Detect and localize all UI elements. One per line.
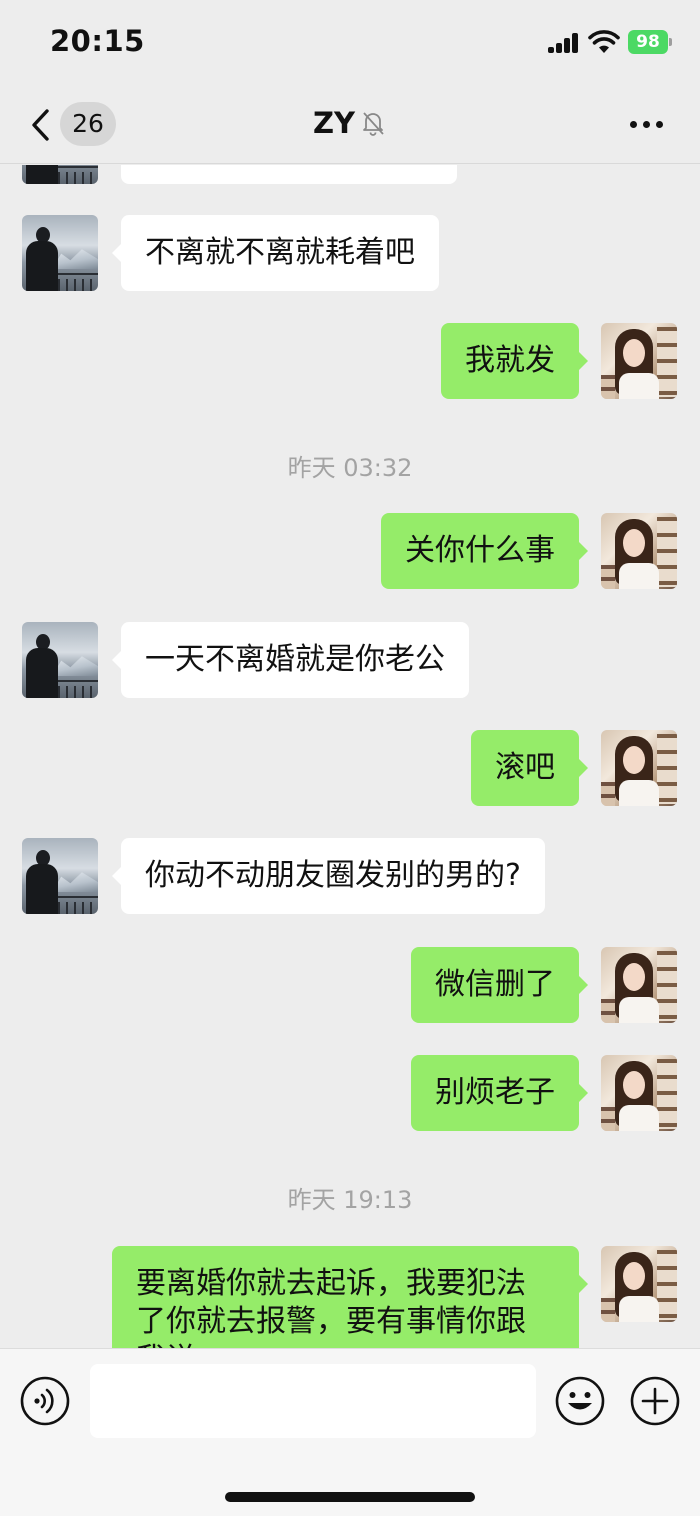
message-bubble-outgoing[interactable]: 我就发 (441, 323, 588, 399)
contact-avatar[interactable] (22, 165, 98, 184)
chat-header: 26 ZY (0, 88, 700, 164)
wifi-icon (588, 30, 620, 53)
self-avatar[interactable] (601, 730, 677, 806)
more-icon[interactable] (628, 121, 666, 131)
message-list[interactable]: 不离就不离就耗着吧 我就发 昨天 03:32 关你什么事 一天不离婚就是你老公 … (0, 165, 700, 1348)
message-bubble-outgoing[interactable]: 微信删了 (411, 947, 588, 1023)
message-input[interactable] (90, 1364, 536, 1438)
message-bubble-incoming[interactable] (121, 165, 457, 184)
contact-avatar[interactable] (22, 622, 98, 698)
bell-off-icon (363, 112, 384, 136)
contact-avatar[interactable] (22, 215, 98, 291)
plus-icon[interactable] (630, 1376, 680, 1426)
message-bubble-incoming[interactable]: 一天不离婚就是你老公 (112, 622, 469, 698)
self-avatar[interactable] (601, 513, 677, 589)
home-indicator[interactable] (225, 1492, 475, 1502)
contact-name: ZY (312, 106, 356, 140)
self-avatar[interactable] (601, 947, 677, 1023)
cellular-signal-icon (548, 33, 580, 53)
emoji-icon[interactable] (555, 1376, 605, 1426)
battery-level: 98 (628, 30, 668, 54)
voice-icon[interactable] (20, 1376, 70, 1426)
status-bar: 20:15 98 (0, 0, 700, 88)
message-bubble-incoming[interactable]: 你动不动朋友圈发别的男的? (112, 838, 545, 914)
self-avatar[interactable] (601, 1055, 677, 1131)
message-bubble-outgoing[interactable]: 关你什么事 (381, 513, 588, 589)
message-bubble-outgoing[interactable]: 要离婚你就去起诉，我要犯法了你就去报警，要有事情你跟我说 (112, 1246, 588, 1348)
contact-avatar[interactable] (22, 838, 98, 914)
self-avatar[interactable] (601, 323, 677, 399)
message-bubble-outgoing[interactable]: 别烦老子 (411, 1055, 588, 1131)
message-timestamp: 昨天 03:32 (287, 454, 413, 482)
message-bubble-outgoing[interactable]: 滚吧 (471, 730, 588, 806)
message-bubble-incoming[interactable]: 不离就不离就耗着吧 (112, 215, 439, 291)
self-avatar[interactable] (601, 1246, 677, 1322)
battery-icon: 98 (628, 30, 672, 54)
status-time: 20:15 (50, 24, 145, 58)
chat-title[interactable]: ZY (0, 106, 700, 140)
input-bar (0, 1348, 700, 1516)
message-timestamp: 昨天 19:13 (287, 1186, 413, 1214)
